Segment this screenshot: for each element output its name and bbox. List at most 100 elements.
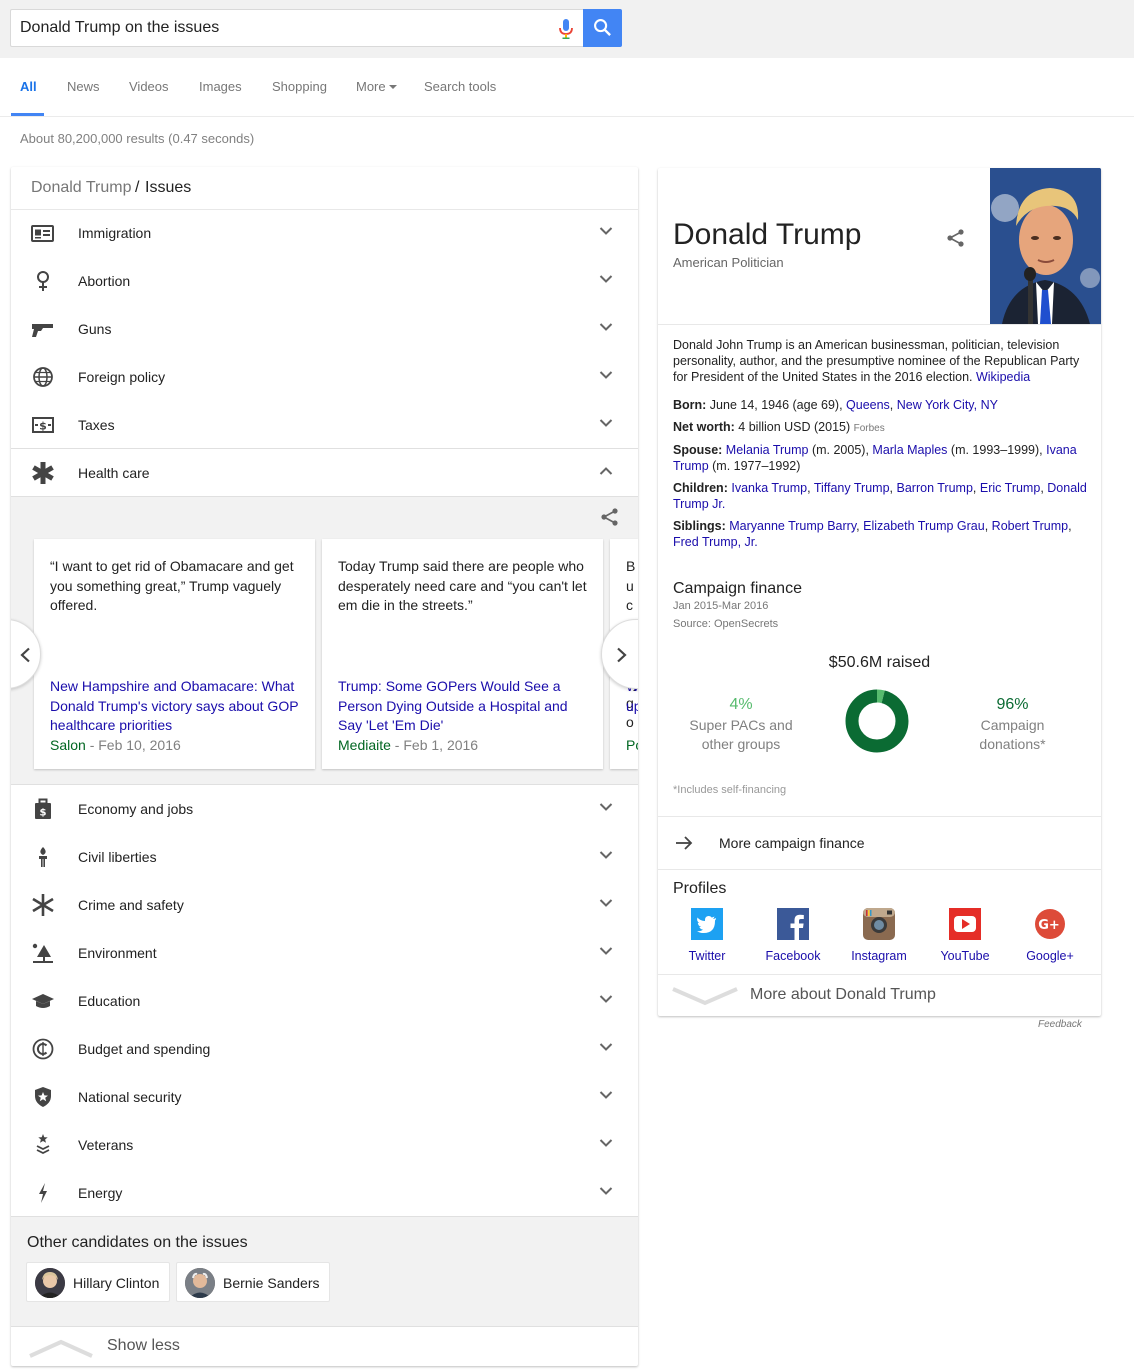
- more-campaign-finance-label: More campaign finance: [719, 835, 865, 851]
- search-box[interactable]: [10, 9, 584, 47]
- super-pacs-percent: 4%: [729, 696, 753, 713]
- microphone-icon[interactable]: [558, 19, 574, 39]
- more-campaign-finance-link[interactable]: More campaign finance: [658, 816, 1101, 870]
- profile-google-plus[interactable]: G+ Google+: [1010, 908, 1090, 963]
- news-source: Mediaite - Feb 1, 2016: [338, 737, 478, 753]
- tab-more-label: More: [356, 79, 386, 94]
- issue-row-veterans[interactable]: Veterans: [11, 1121, 638, 1169]
- fact-separator: ,: [972, 481, 980, 495]
- youtube-icon: [949, 908, 981, 940]
- profile-facebook[interactable]: Facebook: [753, 908, 833, 963]
- tab-videos[interactable]: Videos: [129, 79, 169, 94]
- result-stats: About 80,200,000 results (0.47 seconds): [20, 131, 255, 146]
- kp-portrait-image[interactable]: [990, 168, 1101, 324]
- tab-more[interactable]: More: [356, 79, 397, 94]
- news-quote: “I want to get rid of Obamacare and get …: [50, 558, 294, 613]
- candidate-chip-hillary-clinton[interactable]: Hillary Clinton: [26, 1262, 170, 1302]
- carousel-next-button[interactable]: [601, 619, 638, 689]
- breadcrumb-parent[interactable]: Donald Trump: [31, 179, 132, 197]
- eric-trump-link[interactable]: Eric Trump: [980, 481, 1040, 495]
- asterisk-icon: [32, 894, 54, 916]
- issue-row-energy[interactable]: Energy: [11, 1169, 638, 1217]
- barron-trump-link[interactable]: Barron Trump: [897, 481, 973, 495]
- feedback-link[interactable]: Feedback: [1038, 1019, 1082, 1030]
- issue-label: Education: [78, 993, 141, 1009]
- news-headline-link[interactable]: Trump: Some GOPers Would See a Person Dy…: [338, 677, 593, 736]
- queens-link[interactable]: Queens: [846, 398, 890, 412]
- issue-row-guns[interactable]: Guns: [11, 305, 638, 353]
- avatar: [185, 1268, 215, 1298]
- issue-row-economy-and-jobs[interactable]: $ Economy and jobs: [11, 785, 638, 833]
- news-headline-link[interactable]: New Hampshire and Obamacare: What Donald…: [50, 677, 305, 736]
- news-card[interactable]: Today Trump said there are people who de…: [322, 539, 603, 769]
- fact-label: Spouse:: [673, 443, 723, 457]
- issue-row-budget-and-spending[interactable]: Budget and spending: [11, 1025, 638, 1073]
- search-input[interactable]: [20, 18, 540, 38]
- fact-children: Children: Ivanka Trump, Tiffany Trump, B…: [673, 480, 1091, 512]
- issue-label: Immigration: [78, 225, 152, 241]
- issue-row-education[interactable]: Education: [11, 977, 638, 1025]
- issue-row-health-care[interactable]: Health care: [11, 448, 638, 496]
- issue-row-crime-and-safety[interactable]: Crime and safety: [11, 881, 638, 929]
- elizabeth-trump-grau-link[interactable]: Elizabeth Trump Grau: [863, 519, 985, 533]
- profile-name: Twitter: [688, 949, 726, 963]
- issue-row-environment[interactable]: Environment: [11, 929, 638, 977]
- search-tabs: All News Videos Images Shopping More Sea…: [0, 58, 1134, 117]
- news-site: Mediaite: [338, 737, 391, 753]
- more-about-button[interactable]: More about Donald Trump: [658, 974, 1101, 1016]
- issue-label: Environment: [78, 945, 157, 961]
- campaign-finance-donut-chart: [845, 689, 909, 753]
- kp-description: Donald John Trump is an American busines…: [673, 337, 1091, 385]
- maryanne-trump-barry-link[interactable]: Maryanne Trump Barry: [729, 519, 856, 533]
- issue-row-immigration[interactable]: Immigration: [11, 209, 638, 257]
- new-york-city-link[interactable]: New York City, NY: [897, 398, 998, 412]
- profile-twitter[interactable]: Twitter: [667, 908, 747, 963]
- tab-images[interactable]: Images: [199, 79, 242, 94]
- kp-subtitle: American Politician: [673, 255, 784, 270]
- breadcrumb-current: Issues: [145, 179, 192, 196]
- torch-icon: [39, 847, 47, 867]
- fact-siblings: Siblings: Maryanne Trump Barry, Elizabet…: [673, 518, 1091, 550]
- profile-youtube[interactable]: YouTube: [925, 908, 1005, 963]
- bolt-icon: [39, 1183, 47, 1203]
- campaign-finance-raised: $50.6M raised: [828, 654, 931, 671]
- issue-row-civil-liberties[interactable]: Civil liberties: [11, 833, 638, 881]
- profile-instagram[interactable]: Instagram: [839, 908, 919, 963]
- ivanka-trump-link[interactable]: Ivanka Trump: [731, 481, 807, 495]
- chevron-down-icon: [672, 987, 738, 1006]
- money-icon: $: [32, 417, 54, 433]
- tiffany-trump-link[interactable]: Tiffany Trump: [814, 481, 890, 495]
- id-card-icon: [31, 225, 54, 242]
- fact-label: Born:: [673, 398, 707, 412]
- tab-shopping[interactable]: Shopping: [272, 79, 327, 94]
- candidate-chip-bernie-sanders[interactable]: Bernie Sanders: [176, 1262, 330, 1302]
- fred-trump-jr-link[interactable]: Fred Trump, Jr.: [673, 535, 758, 549]
- melania-trump-link[interactable]: Melania Trump: [726, 443, 809, 457]
- divider: [658, 324, 1101, 325]
- issue-row-foreign-policy[interactable]: Foreign policy: [11, 353, 638, 401]
- chevron-down-icon: [599, 323, 613, 331]
- chevron-down-icon: [599, 1139, 613, 1147]
- svg-text:$: $: [40, 808, 47, 819]
- news-card[interactable]: “I want to get rid of Obamacare and get …: [34, 539, 315, 769]
- show-less-button[interactable]: Show less: [11, 1326, 638, 1366]
- tab-news[interactable]: News: [67, 79, 100, 94]
- tab-all[interactable]: All: [20, 79, 37, 94]
- robert-trump-link[interactable]: Robert Trump: [992, 519, 1068, 533]
- share-icon[interactable]: [946, 228, 966, 248]
- kp-title: Donald Trump: [673, 218, 862, 251]
- issue-row-national-security[interactable]: National security: [11, 1073, 638, 1121]
- tab-search-tools[interactable]: Search tools: [424, 79, 496, 94]
- search-button[interactable]: [583, 9, 622, 47]
- fact-separator: ,: [889, 481, 897, 495]
- share-icon[interactable]: [600, 507, 620, 527]
- issue-label: Budget and spending: [78, 1041, 211, 1057]
- issue-label: Civil liberties: [78, 849, 157, 865]
- issue-row-taxes[interactable]: $ Taxes: [11, 401, 638, 449]
- arrow-right-icon: [676, 836, 693, 850]
- wikipedia-link[interactable]: Wikipedia: [976, 370, 1030, 384]
- marla-maples-link[interactable]: Marla Maples: [872, 443, 947, 457]
- news-source: Salon - Feb 10, 2016: [50, 737, 181, 753]
- issue-row-abortion[interactable]: Abortion: [11, 257, 638, 305]
- chevron-down-icon: [599, 1091, 613, 1099]
